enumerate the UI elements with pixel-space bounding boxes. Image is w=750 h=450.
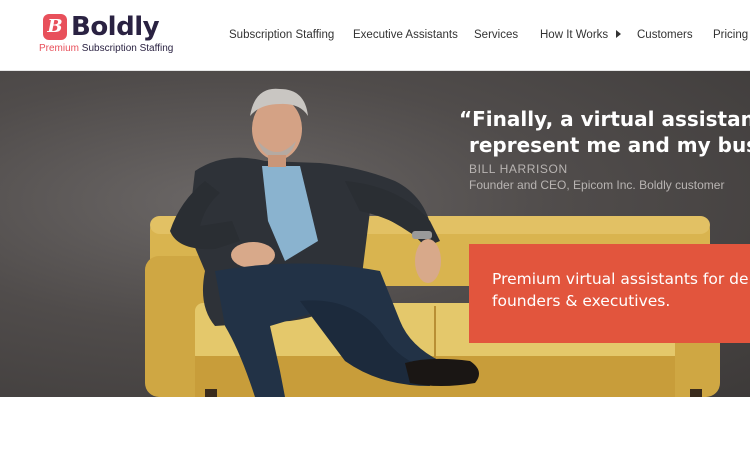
nav-pricing[interactable]: Pricing: [713, 26, 748, 44]
nav-services[interactable]: Services: [474, 26, 518, 44]
quote-line-2: represent me and my busine: [469, 133, 750, 157]
cta-line-1: Premium virtual assistants for de: [492, 270, 749, 288]
logo-tagline: Premium Subscription Staffing: [39, 43, 174, 54]
main-nav: Subscription Staffing Executive Assistan…: [0, 26, 750, 44]
nav-executive-assistants[interactable]: Executive Assistants: [353, 26, 458, 44]
hero-cta-panel: Premium virtual assistants for de founde…: [469, 244, 750, 343]
customer-quote: “Finally, a virtual assistant I t repres…: [459, 106, 750, 158]
quote-author-name: BILL HARRISON: [469, 162, 568, 176]
site-header: B Boldly Premium Subscription Staffing S…: [0, 0, 750, 71]
nav-customers[interactable]: Customers: [637, 26, 693, 44]
nav-how-it-works-label: How It Works: [540, 29, 609, 41]
quote-author-role: Founder and CEO, Epicom Inc. Boldly cust…: [469, 178, 725, 192]
content-below-hero: [0, 397, 750, 450]
hero-banner: “Finally, a virtual assistant I t repres…: [0, 71, 750, 397]
caret-right-icon: [616, 29, 622, 38]
nav-subscription-staffing[interactable]: Subscription Staffing: [229, 26, 334, 44]
nav-how-it-works[interactable]: How It Works: [540, 26, 622, 44]
quote-line-1: “Finally, a virtual assistant I t: [459, 107, 750, 131]
hero-cta-text: Premium virtual assistants for de founde…: [492, 268, 749, 312]
cta-line-2: founders & executives.: [492, 292, 671, 310]
